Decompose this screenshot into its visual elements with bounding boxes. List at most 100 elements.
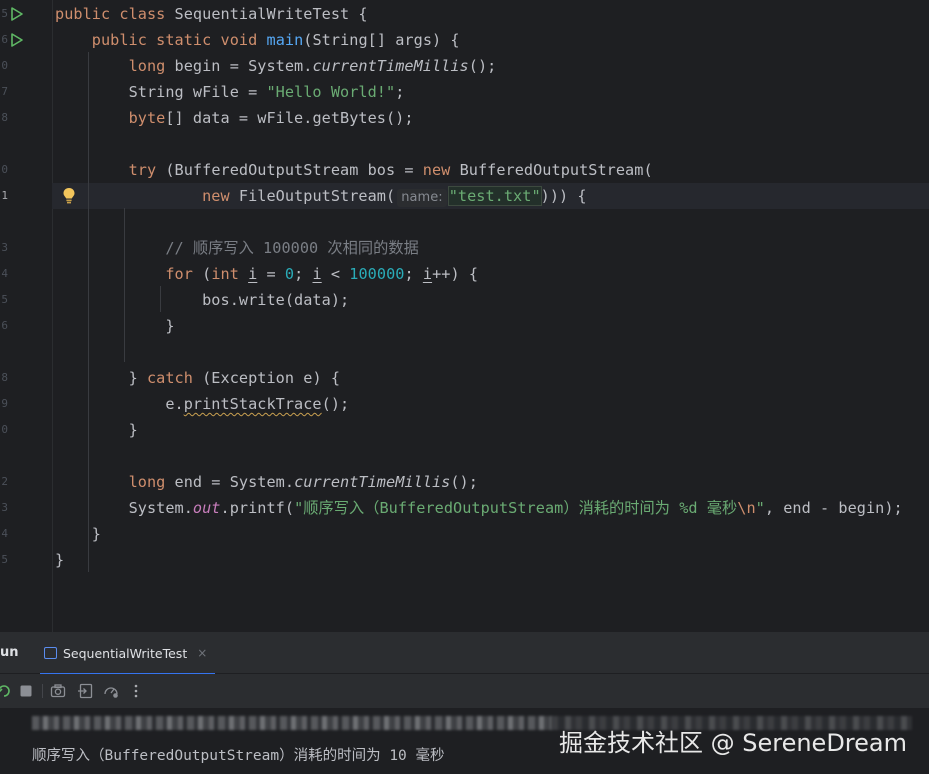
tab-sequential-write-test[interactable]: SequentialWriteTest × (40, 633, 216, 675)
loop-variable: i (422, 265, 433, 283)
escape-sequence: \n (737, 499, 756, 517)
class-name: SequentialWriteTest (174, 5, 350, 23)
run-tool-window: un SequentialWriteTest × 顺序写入（BufferedOu… (0, 632, 929, 774)
string-literal: "Hello World!" (266, 83, 396, 101)
code-text: FileOutputStream( (229, 187, 396, 205)
tab-label: SequentialWriteTest (63, 645, 188, 661)
code-text: (); (321, 395, 350, 413)
loop-variable: i (248, 265, 258, 283)
camera-icon[interactable] (50, 683, 66, 699)
line-number: 0 (1, 59, 8, 72)
code-line[interactable]: } (55, 417, 138, 443)
line-number: 3 (1, 241, 8, 254)
code-line[interactable]: e.printStackTrace(); (55, 391, 349, 417)
line-number: 8 (1, 371, 8, 384)
code-text: } (55, 551, 65, 569)
code-keyword: long (128, 57, 166, 75)
rerun-icon[interactable] (0, 683, 12, 699)
code-line[interactable]: new FileOutputStream(name: "test.txt"))) … (55, 183, 587, 209)
code-text: (); (450, 473, 478, 491)
code-text: (); (468, 57, 497, 75)
string-literal: " (755, 499, 765, 517)
toolbar-divider (42, 684, 43, 698)
run-main-icon[interactable] (10, 33, 24, 47)
code-text: BufferedOutputStream( (450, 161, 653, 179)
line-number: 6 (1, 33, 8, 46)
code-line[interactable]: } catch (Exception e) { (55, 365, 340, 391)
run-config-icon (44, 647, 57, 659)
run-panel-title: un (0, 645, 19, 660)
code-text: [] data = wFile.getBytes(); (165, 109, 414, 127)
code-text: System. (128, 499, 193, 517)
warning-method: printStackTrace (183, 395, 322, 413)
code-line[interactable]: // 顺序写入 100000 次相同的数据 (55, 235, 419, 261)
code-text: ++) { (432, 265, 479, 283)
code-line[interactable]: public class SequentialWriteTest { (55, 1, 368, 27)
code-text: .printf( (220, 499, 295, 517)
code-text: ( (192, 265, 212, 283)
line-number: 3 (1, 501, 8, 514)
line-number: 0 (1, 163, 8, 176)
code-keyword: public (55, 5, 111, 23)
code-keyword: int (211, 265, 239, 283)
code-keyword: class (119, 5, 166, 23)
code-text: bos.write(data); (202, 291, 350, 309)
code-text: (BufferedOutputStream bos = (156, 161, 423, 179)
code-line[interactable]: public static void main(String[] args) { (55, 27, 460, 53)
code-line[interactable]: String wFile = "Hello World!"; (55, 79, 405, 105)
code-text: { (349, 5, 368, 23)
code-line[interactable]: bos.write(data); (55, 287, 349, 313)
number-literal: 0 (284, 265, 295, 283)
code-text: ))) { (540, 187, 587, 205)
string-literal: "顺序写入（BufferedOutputStream）消耗的时间为 %d 毫秒 (294, 499, 738, 517)
parameter-hint: name: (397, 189, 447, 207)
line-gutter: 5 6 0 7 8 0 1 3 4 5 6 8 9 0 2 3 4 5 (0, 0, 53, 632)
code-line[interactable]: try (BufferedOutputStream bos = new Buff… (55, 157, 653, 183)
code-text: String wFile = (128, 83, 267, 101)
profiler-icon[interactable] (103, 683, 119, 699)
line-number: 2 (1, 475, 8, 488)
code-keyword: new (422, 161, 451, 179)
code-line[interactable]: for (int i = 0; i < 100000; i++) { (55, 261, 478, 287)
import-icon[interactable] (77, 683, 93, 699)
code-line[interactable]: long end = System.currentTimeMillis(); (55, 469, 478, 495)
code-line[interactable]: System.out.printf("顺序写入（BufferedOutputSt… (55, 495, 903, 521)
code-text: (Exception e) { (192, 369, 341, 387)
run-class-icon[interactable] (10, 7, 24, 21)
watermark: 掘金技术社区 @ SereneDream (558, 729, 907, 757)
code-line[interactable]: long begin = System.currentTimeMillis(); (55, 53, 497, 79)
code-line[interactable]: } (55, 547, 64, 573)
code-text: , end - begin); (764, 499, 903, 517)
more-options-icon[interactable] (128, 683, 144, 699)
line-number: 9 (1, 397, 8, 410)
code-text: } (91, 525, 101, 543)
number-literal: 100000 (349, 265, 405, 283)
code-editor[interactable]: 5 6 0 7 8 0 1 3 4 5 6 8 9 0 2 3 4 5 publ… (0, 0, 929, 632)
code-text: e. (165, 395, 184, 413)
run-tab-bar: un SequentialWriteTest × (0, 633, 929, 675)
line-number: 4 (1, 527, 8, 540)
code-keyword: static (156, 31, 212, 49)
code-text: < (321, 265, 350, 283)
run-toolbar (0, 674, 929, 708)
close-tab-icon[interactable]: × (197, 646, 207, 660)
code-text: begin = System. (165, 57, 313, 75)
string-literal: "test.txt" (447, 186, 542, 206)
line-number: 4 (1, 267, 8, 280)
line-number: 1 (1, 189, 8, 202)
code-text: ; (395, 83, 405, 101)
stop-icon[interactable] (18, 683, 34, 699)
code-keyword: new (202, 187, 230, 205)
code-text: (String[] args) { (303, 31, 460, 49)
code-line[interactable]: byte[] data = wFile.getBytes(); (55, 105, 414, 131)
code-text: end = System. (165, 473, 295, 491)
code-keyword: catch (146, 369, 193, 387)
code-keyword: long (128, 473, 166, 491)
code-line[interactable]: } (55, 313, 175, 339)
code-keyword: byte (128, 109, 166, 127)
code-keyword: try (128, 161, 157, 179)
line-number: 6 (1, 319, 8, 332)
code-line[interactable]: } (55, 521, 101, 547)
static-method: currentTimeMillis (312, 57, 469, 75)
